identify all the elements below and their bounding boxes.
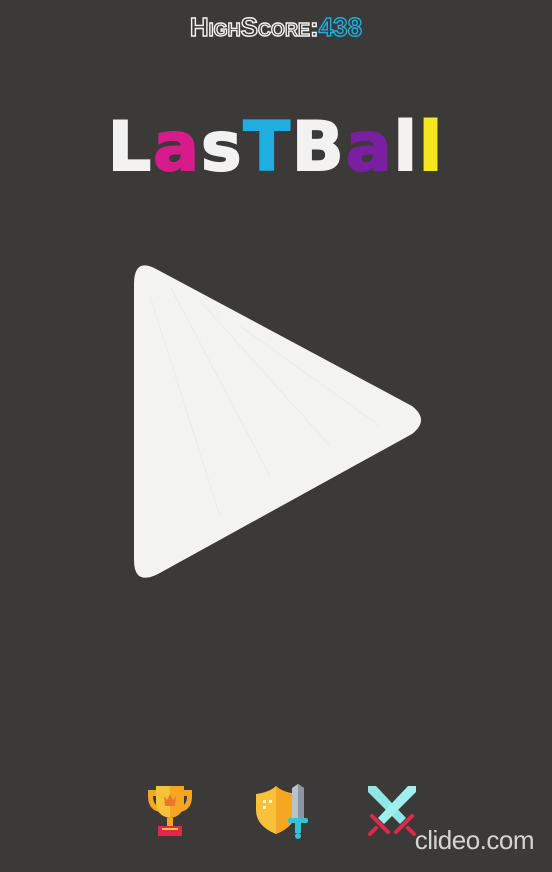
title-letter: a — [152, 108, 201, 187]
watermark: clideo.com — [414, 825, 535, 855]
title-letter: l — [418, 108, 445, 187]
title-letter: B — [291, 108, 346, 187]
play-button[interactable] — [130, 256, 430, 586]
high-score: HighScore:438 — [0, 11, 552, 43]
title-letter: L — [107, 108, 154, 187]
shield-sword-icon — [256, 784, 308, 839]
high-score-value: 438 — [318, 11, 363, 42]
title-letter: T — [242, 108, 292, 187]
battle-button[interactable] — [362, 782, 422, 842]
high-score-label: HighScore: — [189, 11, 319, 42]
trophy-icon — [148, 786, 192, 836]
title-letter: a — [345, 108, 394, 187]
crossed-swords-icon — [368, 786, 416, 836]
game-title-logo: LasTBall — [0, 108, 552, 187]
shop-button[interactable] — [252, 782, 312, 842]
leaderboard-button[interactable] — [140, 782, 200, 842]
title-letter: l — [393, 108, 419, 187]
bottom-menu — [140, 782, 430, 842]
title-letter: s — [200, 108, 244, 187]
play-icon — [134, 265, 421, 578]
